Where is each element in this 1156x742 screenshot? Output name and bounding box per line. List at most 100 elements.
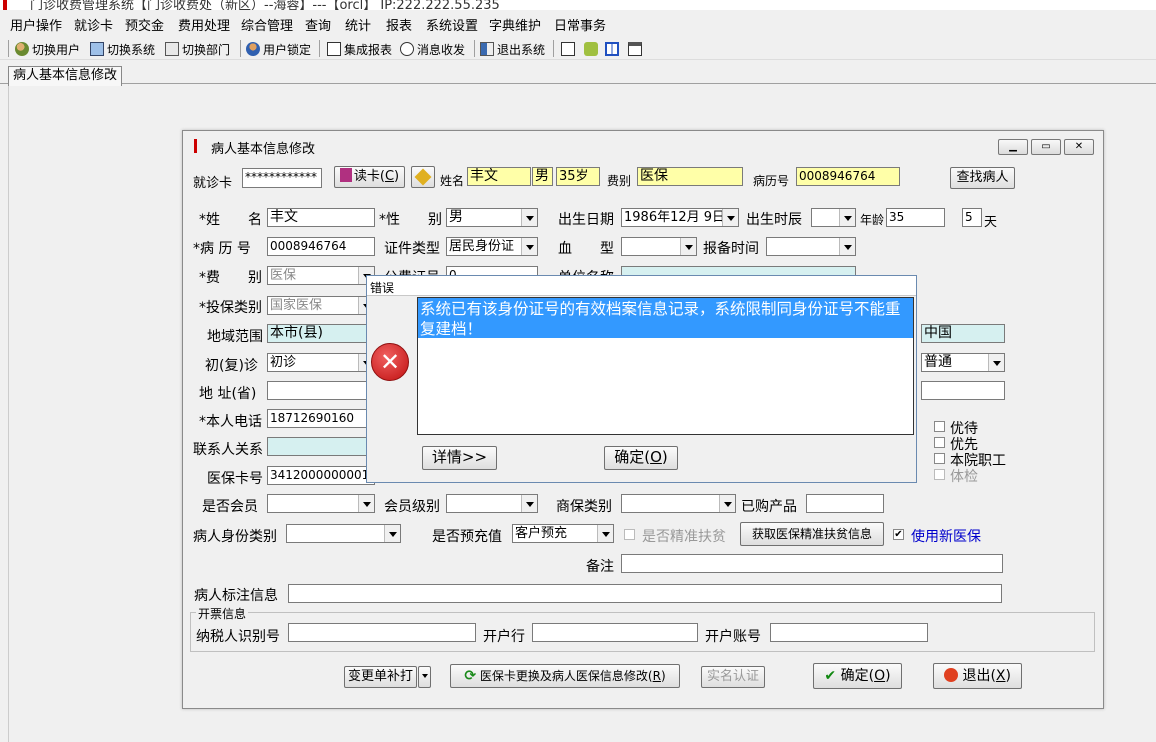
verify-button[interactable]: 实名认证 (701, 666, 765, 688)
age-input[interactable]: 35 (886, 208, 945, 227)
prepay-select[interactable]: 客户预充 (512, 524, 614, 543)
menu-manage[interactable]: 综合管理 (241, 15, 293, 34)
error-dialog-title: 错误 (370, 281, 395, 295)
integrated-report-button[interactable]: 集成报表 (327, 40, 392, 58)
exam-checkbox[interactable] (934, 469, 945, 480)
record-input[interactable]: 0008946764 (267, 237, 375, 256)
poverty-info-button[interactable]: 获取医保精准扶贫信息 (740, 522, 884, 546)
error-message-box[interactable]: 系统已有该身份证号的有效档案信息记录，系统限制同身份证号不能重复建档！ (417, 297, 914, 435)
close-button[interactable]: ✕ (1064, 139, 1094, 155)
menu-prepay[interactable]: 预交金 (125, 15, 164, 34)
tool-button[interactable] (584, 40, 601, 58)
address-detail-input[interactable] (921, 381, 1005, 400)
error-ok-key: O (650, 448, 662, 466)
find-patient-button[interactable]: 查找病人 (950, 167, 1015, 189)
clear-button[interactable] (411, 166, 435, 188)
menu-stats[interactable]: 统计 (345, 15, 371, 34)
menu-dictionary[interactable]: 字典维护 (489, 15, 541, 34)
switch-dept-label: 切换部门 (182, 42, 231, 57)
maximize-button[interactable]: ▭ (1031, 139, 1061, 155)
reissue-button[interactable]: 变更单补打 (344, 666, 417, 688)
birth-date-picker[interactable]: 1986年12月 9日 (621, 208, 739, 227)
tab-patient-info-edit[interactable]: 病人基本信息修改 (8, 66, 123, 86)
account-input[interactable] (770, 623, 928, 642)
address-input[interactable] (267, 381, 375, 400)
read-card-label: 读卡( (353, 169, 385, 184)
switch-dept-button[interactable]: 切换部门 (165, 40, 230, 58)
remark-input[interactable] (621, 554, 1003, 573)
menu-visit-card[interactable]: 就诊卡 (74, 15, 113, 34)
error-ok-button[interactable]: 确定(O) (604, 446, 678, 470)
country-input[interactable]: 中国 (921, 324, 1005, 343)
priority-select[interactable]: 普通 (921, 353, 1005, 372)
switch-system-button[interactable]: 切换系统 (90, 40, 155, 58)
new-insurance-label: 使用新医保 (911, 529, 981, 545)
days-input[interactable]: 5 (962, 208, 982, 227)
error-dialog-titlebar (367, 276, 916, 296)
confirm-key: O (874, 668, 886, 684)
sex-select[interactable]: 男 (446, 208, 538, 227)
account-label: 开户账号 (705, 629, 761, 645)
menu-daily[interactable]: 日常事务 (554, 15, 606, 34)
swap-card-button[interactable]: ⟳ 医保卡更换及病人医保信息修改(R) (450, 664, 680, 688)
fee-select[interactable]: 医保 (267, 266, 375, 285)
swap-card-label: 医保卡更换及病人医保信息修改( (479, 669, 653, 683)
medcard-input[interactable]: 341200000000100 (267, 466, 375, 485)
power-icon (944, 668, 958, 682)
phone-input[interactable]: 18712690160 (267, 409, 375, 428)
reissue-dropdown[interactable] (418, 666, 431, 688)
priority-checkbox[interactable] (934, 437, 945, 448)
member-select[interactable] (267, 494, 375, 513)
staff-checkbox[interactable] (934, 453, 945, 464)
window-button[interactable] (628, 40, 645, 58)
visit-value: 初诊 (270, 355, 297, 370)
lock-user-button[interactable]: 用户锁定 (246, 40, 311, 58)
region-label: 地域范围 (207, 329, 263, 345)
card-record-field: 0008946764 (796, 167, 900, 186)
messages-button[interactable]: 消息收发 (400, 40, 465, 58)
menu-fee[interactable]: 费用处理 (178, 15, 230, 34)
exit-system-button[interactable]: 退出系统 (480, 40, 545, 58)
confirm-label: 确定( (840, 668, 875, 684)
menu-user-ops[interactable]: 用户操作 (10, 15, 62, 34)
report-time-select[interactable] (766, 237, 856, 256)
read-card-button[interactable]: 读卡(C) (334, 166, 405, 188)
contact-input[interactable] (267, 437, 375, 456)
blood-select[interactable] (621, 237, 697, 256)
menu-query[interactable]: 查询 (305, 15, 331, 34)
card-input[interactable]: ************ (242, 168, 322, 188)
idtype-select[interactable]: 居民身份证 (446, 237, 538, 256)
swap-card-end: ) (660, 669, 666, 683)
commercial-select[interactable] (621, 494, 736, 513)
visit-select[interactable]: 初诊 (267, 353, 375, 372)
columns-button[interactable] (605, 40, 622, 58)
member-level-select[interactable] (446, 494, 538, 513)
preferential-checkbox[interactable] (934, 421, 945, 432)
confirm-button[interactable]: ✔ 确定(O) (813, 663, 902, 689)
mark-input[interactable] (288, 584, 1002, 603)
new-insurance-checkbox[interactable]: ✔ (893, 529, 904, 540)
details-button[interactable]: 详情>> (422, 446, 497, 470)
window-title: 病人基本信息修改 (211, 142, 316, 157)
name-input[interactable]: 丰文 (267, 208, 375, 227)
insure-select[interactable]: 国家医保 (267, 296, 375, 315)
phone-label: *本人电话 (199, 414, 262, 430)
chevron-down-icon (421, 674, 428, 678)
exit-button[interactable]: 退出(X) (933, 663, 1022, 689)
bank-input[interactable] (532, 623, 698, 642)
menu-settings[interactable]: 系统设置 (426, 15, 478, 34)
switch-user-button[interactable]: 切换用户 (15, 40, 80, 58)
menu-report[interactable]: 报表 (386, 15, 412, 34)
bought-input[interactable] (806, 494, 884, 513)
idcat-select[interactable] (286, 524, 401, 543)
edit-button[interactable] (561, 40, 578, 58)
priority-value: 普通 (924, 354, 952, 370)
birthtime-select[interactable] (811, 208, 856, 227)
error-icon: ✕ (371, 343, 409, 381)
card-fee-field: 医保 (637, 167, 743, 186)
confirm-end: ) (885, 668, 891, 684)
minimize-button[interactable]: ▁ (998, 139, 1028, 155)
taxid-input[interactable] (288, 623, 476, 642)
region-input[interactable]: 本市(县) (267, 324, 375, 343)
poverty-checkbox[interactable] (624, 529, 635, 540)
